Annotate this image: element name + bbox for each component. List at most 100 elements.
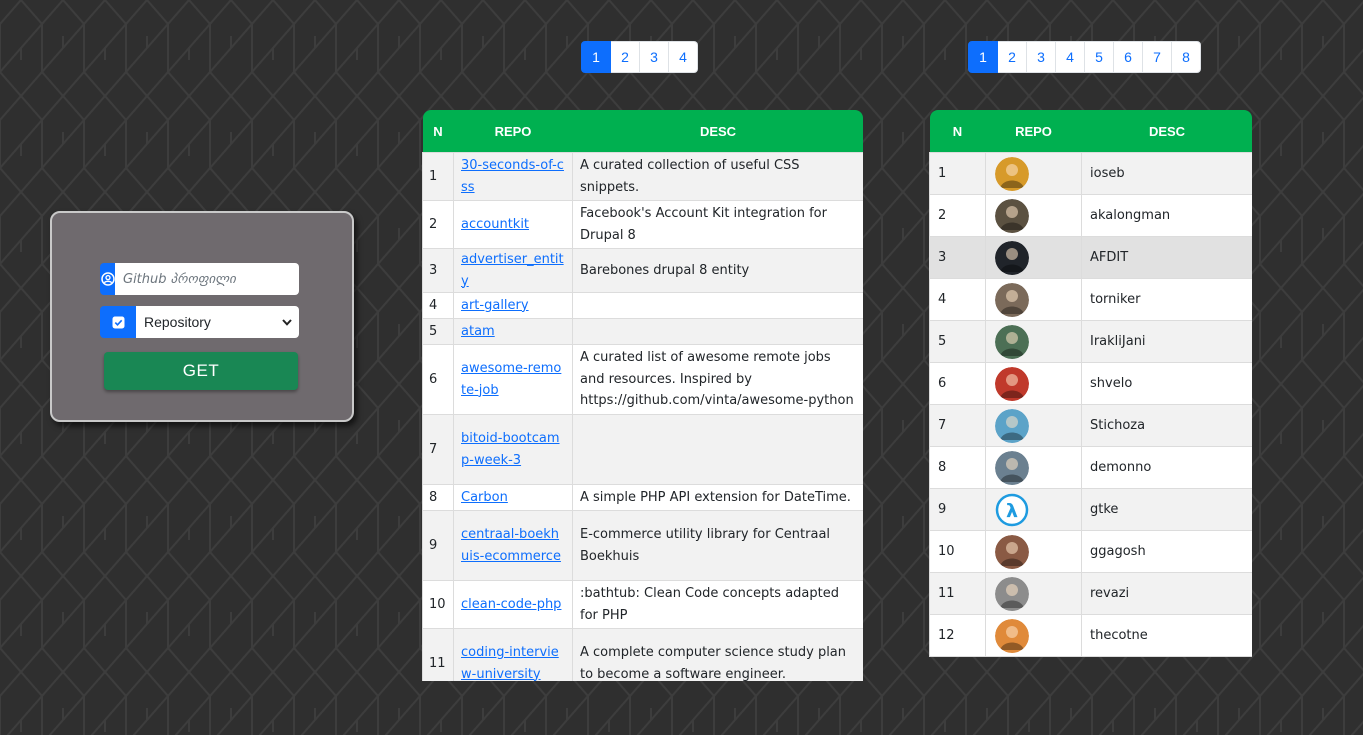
- row-number: 11: [929, 572, 986, 615]
- repo-link[interactable]: bitoid-bootcamp-week-3: [461, 431, 560, 468]
- row-number: 3: [422, 248, 454, 293]
- page-3-button[interactable]: 3: [639, 41, 669, 73]
- user-login: IrakliJani: [1081, 320, 1252, 363]
- repo-link[interactable]: Carbon: [461, 490, 508, 505]
- repo-link[interactable]: atam: [461, 324, 495, 339]
- repo-description: Barebones drupal 8 entity: [572, 248, 863, 293]
- repo-link[interactable]: coding-interview-university: [461, 645, 559, 681]
- search-panel: Repository GET: [50, 211, 354, 422]
- page-4-button[interactable]: 4: [1055, 41, 1085, 73]
- repo-cell: advertiser_entity: [453, 248, 573, 293]
- repo-cell: awesome-remote-job: [453, 344, 573, 415]
- avatar-cell: [985, 404, 1082, 447]
- page-8-button[interactable]: 8: [1171, 41, 1201, 73]
- user-login: revazi: [1081, 572, 1252, 615]
- avatar-cell: [985, 362, 1082, 405]
- type-select[interactable]: Repository: [136, 306, 299, 338]
- table-row: 3 advertiser_entity Barebones drupal 8 ent…: [422, 248, 863, 293]
- repo-link[interactable]: awesome-remote-job: [461, 361, 561, 398]
- user-login: akalongman: [1081, 194, 1252, 237]
- repo-description: A curated collection of useful CSS snipp…: [572, 152, 863, 201]
- avatar[interactable]: [995, 534, 1029, 569]
- repo-cell: accountkit: [453, 200, 573, 249]
- avatar-cell: [985, 278, 1082, 321]
- repo-link[interactable]: art-gallery: [461, 298, 529, 313]
- user-pagination: 12345678: [968, 41, 1201, 73]
- page-1-button[interactable]: 1: [968, 41, 998, 73]
- avatar[interactable]: [995, 576, 1029, 611]
- repo-cell: centraal-boekhuis-ecommerce: [453, 510, 573, 581]
- avatar[interactable]: [995, 408, 1029, 443]
- repo-table: N REPO DESC 1 30-seconds-of-css A curated …: [422, 110, 863, 681]
- table-row: 8 Carbon A simple PHP API extension for Da…: [422, 484, 863, 511]
- table-row: 6 shvelo: [929, 362, 1252, 405]
- repo-pagination: 1234: [581, 41, 698, 73]
- row-number: 9: [422, 510, 454, 581]
- row-number: 5: [929, 320, 986, 363]
- repo-description: [572, 292, 863, 319]
- repo-cell: atam: [453, 318, 573, 345]
- page-6-button[interactable]: 6: [1113, 41, 1143, 73]
- row-number: 2: [929, 194, 986, 237]
- repo-description: A simple PHP API extension for DateTime.: [572, 484, 863, 511]
- page-2-button[interactable]: 2: [997, 41, 1027, 73]
- page-7-button[interactable]: 7: [1142, 41, 1172, 73]
- row-number: 8: [422, 484, 454, 511]
- repo-description: :bathtub: Clean Code concepts adapted fo…: [572, 580, 863, 629]
- user-login: ggagosh: [1081, 530, 1252, 573]
- row-number: 1: [422, 152, 454, 201]
- repo-link[interactable]: centraal-boekhuis-ecommerce: [461, 527, 561, 564]
- row-number: 5: [422, 318, 454, 345]
- github-profile-input[interactable]: [115, 263, 299, 295]
- repo-link[interactable]: 30-seconds-of-css: [461, 158, 564, 195]
- table-row: 5 IrakliJani: [929, 320, 1252, 363]
- avatar[interactable]: [995, 198, 1029, 233]
- row-number: 9: [929, 488, 986, 531]
- avatar-cell: [985, 530, 1082, 573]
- table-row: 11 revazi: [929, 572, 1252, 615]
- col-header-desc: DESC: [1081, 110, 1252, 153]
- row-number: 6: [422, 344, 454, 415]
- repo-cell: art-gallery: [453, 292, 573, 319]
- table-row: 2 accountkit Facebook's Account Kit integr…: [422, 200, 863, 249]
- get-button[interactable]: GET: [104, 352, 298, 390]
- page-3-button[interactable]: 3: [1026, 41, 1056, 73]
- avatar-cell: [985, 194, 1082, 237]
- avatar[interactable]: λ: [995, 493, 1029, 527]
- repo-cell: 30-seconds-of-css: [453, 152, 573, 201]
- table-row: 9 centraal-boekhuis-ecommerce E-commerce u…: [422, 510, 863, 581]
- row-number: 8: [929, 446, 986, 489]
- repo-description: Facebook's Account Kit integration for D…: [572, 200, 863, 249]
- col-header-n: N: [422, 110, 454, 153]
- row-number: 3: [929, 236, 986, 279]
- user-table: N REPO DESC 1 ioseb 2 akalongman 3 AFDIT 4 torn…: [929, 110, 1252, 662]
- page-2-button[interactable]: 2: [610, 41, 640, 73]
- checkbox-icon: [100, 306, 136, 338]
- chevron-down-icon: [282, 319, 292, 326]
- user-circle-icon: [100, 263, 115, 295]
- table-row: 2 akalongman: [929, 194, 1252, 237]
- user-login: AFDIT: [1081, 236, 1252, 279]
- page-1-button[interactable]: 1: [581, 41, 611, 73]
- page-4-button[interactable]: 4: [668, 41, 698, 73]
- repo-link[interactable]: advertiser_entity: [461, 252, 564, 289]
- page-5-button[interactable]: 5: [1084, 41, 1114, 73]
- avatar[interactable]: [995, 450, 1029, 485]
- avatar[interactable]: [995, 240, 1029, 275]
- row-number: 2: [422, 200, 454, 249]
- avatar[interactable]: [995, 324, 1029, 359]
- avatar[interactable]: [995, 618, 1029, 653]
- user-login: Stichoza: [1081, 404, 1252, 447]
- avatar[interactable]: [995, 156, 1029, 191]
- avatar[interactable]: [995, 282, 1029, 317]
- repo-cell: coding-interview-university: [453, 628, 573, 681]
- type-select-value: Repository: [144, 314, 211, 330]
- repo-link[interactable]: clean-code-php: [461, 597, 561, 612]
- repo-link[interactable]: accountkit: [461, 217, 529, 232]
- row-number: 12: [929, 614, 986, 657]
- avatar[interactable]: [995, 366, 1029, 401]
- table-row: 7 Stichoza: [929, 404, 1252, 447]
- row-number: 7: [929, 404, 986, 447]
- table-row: 10 clean-code-php:bathtub: Clean Code con…: [422, 580, 863, 629]
- avatar-cell: [985, 236, 1082, 279]
